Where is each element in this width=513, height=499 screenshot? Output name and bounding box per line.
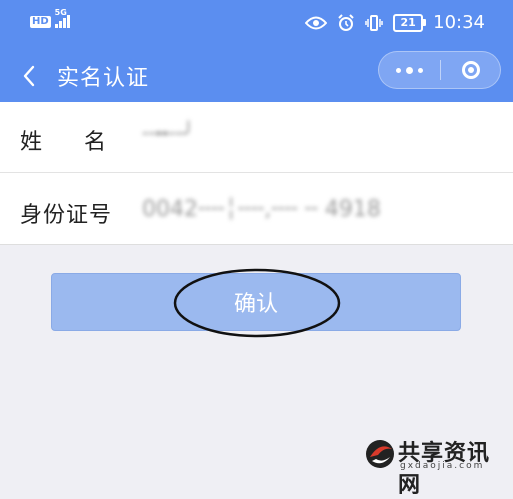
signal-icon: 5G — [54, 9, 70, 28]
back-button[interactable] — [14, 56, 44, 96]
close-button[interactable] — [441, 52, 501, 88]
name-value[interactable]: ╌╍╌╯ — [142, 122, 195, 147]
close-ring-icon — [462, 61, 480, 79]
status-icons: 21 10:34 — [305, 12, 485, 33]
network-type: 5G — [54, 8, 67, 17]
id-number-row[interactable]: 身份证号 0042╌╌╎╌╌,╌╌ ╌ 4918 — [0, 172, 513, 245]
form-divider — [0, 244, 513, 245]
eye-icon — [305, 16, 328, 29]
watermark-logo-icon — [366, 440, 394, 468]
header: HD 5G 21 10:34 实名认证 — [0, 0, 513, 102]
back-arrow-icon — [23, 65, 35, 87]
highlight-ellipse — [173, 268, 341, 338]
hd-badge: HD — [30, 16, 51, 28]
miniprogram-capsule — [378, 51, 501, 89]
status-bar: HD 5G 21 10:34 — [0, 0, 513, 48]
more-button[interactable] — [379, 52, 440, 88]
watermark-url: gxdaojia.com — [400, 461, 485, 471]
clock: 10:34 — [433, 12, 485, 33]
name-label: 姓名 — [20, 130, 149, 155]
id-number-value[interactable]: 0042╌╌╎╌╌,╌╌ ╌ 4918 — [142, 197, 381, 222]
page-title: 实名认证 — [57, 66, 150, 91]
watermark: 共享资讯网 gxdaojia.com — [356, 435, 508, 498]
navigation-bar: 实名认证 — [0, 48, 513, 102]
name-row[interactable]: 姓名 ╌╍╌╯ — [0, 102, 513, 172]
battery-icon: 21 — [393, 13, 427, 32]
more-dots-icon — [396, 67, 401, 73]
alarm-icon — [338, 13, 354, 31]
id-verification-form: 姓名 ╌╍╌╯ 身份证号 0042╌╌╎╌╌,╌╌ ╌ 4918 — [0, 102, 513, 245]
signal-group: HD 5G — [30, 9, 70, 28]
vibrate-icon — [365, 14, 383, 31]
id-number-label: 身份证号 — [20, 203, 113, 228]
